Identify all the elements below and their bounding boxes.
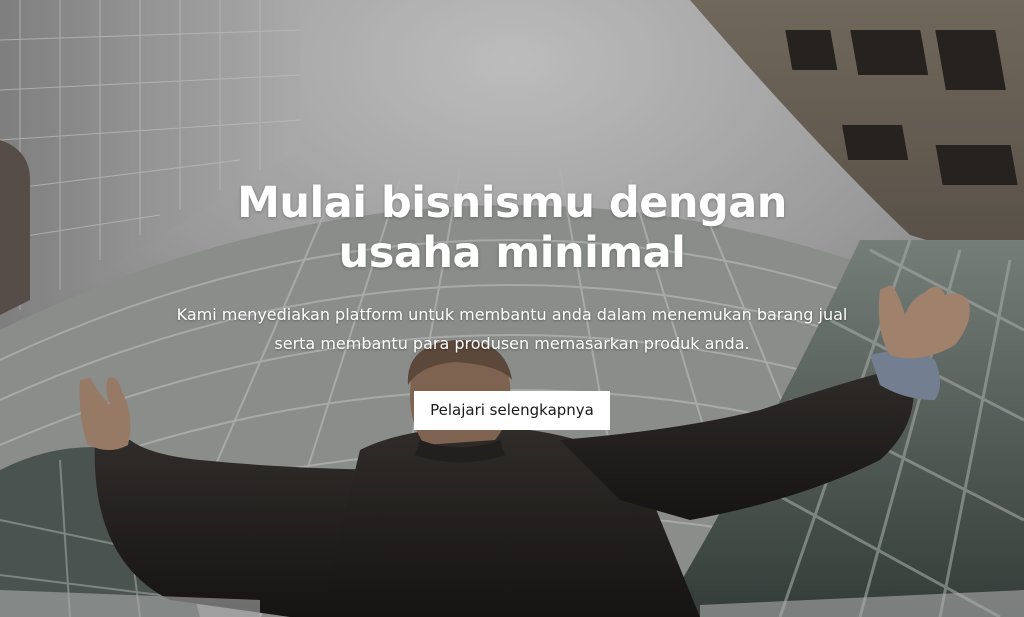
hero-subtitle-line-2: serta membantu para produsen memasarkan … xyxy=(274,334,750,353)
hero-title-line-1: Mulai bisnismu dengan xyxy=(237,178,787,228)
hero-subtitle: Kami menyediakan platform untuk membantu… xyxy=(132,300,892,358)
hero-title: Mulai bisnismu dengan usaha minimal xyxy=(132,178,892,278)
hero-section: Mulai bisnismu dengan usaha minimal Kami… xyxy=(0,0,1024,617)
hero-title-line-2: usaha minimal xyxy=(338,228,686,278)
hero-subtitle-line-1: Kami menyediakan platform untuk membantu… xyxy=(176,305,848,324)
hero-content: Mulai bisnismu dengan usaha minimal Kami… xyxy=(0,178,1024,430)
learn-more-button[interactable]: Pelajari selengkapnya xyxy=(414,391,610,430)
